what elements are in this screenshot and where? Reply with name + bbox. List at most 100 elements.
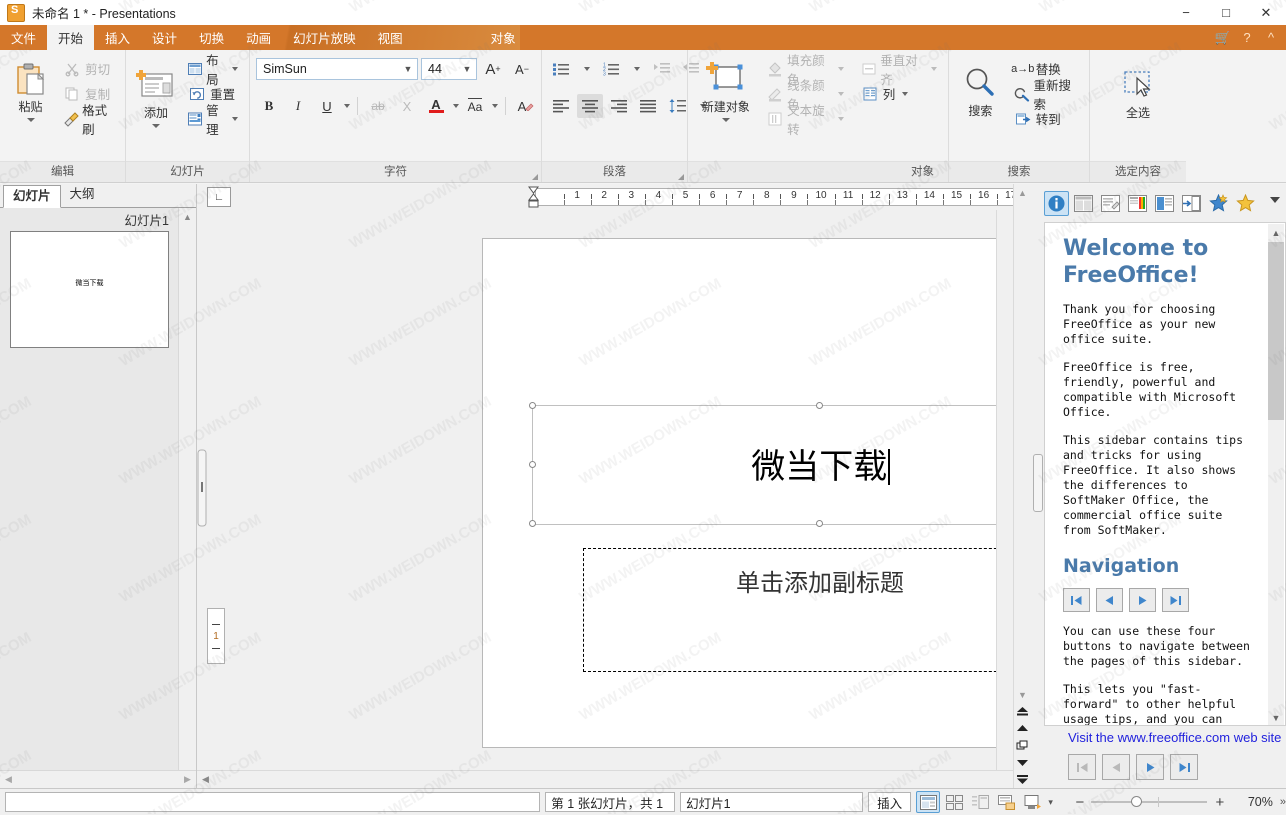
close-button[interactable]: ✕ [1246,0,1286,25]
zoom-out-button[interactable]: − [1069,794,1091,811]
text-rotate-button[interactable]: 文本旋转 [762,104,849,137]
resize-handle-s[interactable] [816,520,823,527]
layouts-icon[interactable] [1071,191,1096,216]
scroll-left-arrow[interactable]: ◀ [0,771,17,788]
splitter-grip[interactable] [1033,454,1043,512]
help-icon[interactable]: ? [1236,25,1258,50]
columns-button[interactable]: 列 [855,81,942,106]
maximize-button[interactable]: □ [1206,0,1246,25]
next-page-icon[interactable] [1136,754,1164,780]
select-object-button[interactable] [1014,737,1031,754]
change-case-button[interactable]: Aa [462,94,488,118]
layout-button[interactable]: 布局 [182,54,243,87]
vertical-align-caret[interactable] [930,66,937,71]
bold-button[interactable]: B [256,94,282,118]
minimize-button[interactable]: − [1166,0,1206,25]
scroll-track[interactable] [17,771,179,788]
cart-icon[interactable]: 🛒 [1212,25,1234,50]
line-color-caret[interactable] [837,91,844,96]
new-object-dropdown-caret[interactable] [721,118,730,122]
previous-page-icon[interactable] [1096,588,1123,612]
add-slide-button[interactable]: 添加 [132,62,180,128]
tab-file[interactable]: 文件 [0,25,47,50]
indent-marker-left[interactable] [528,186,539,208]
add-slide-dropdown-caret[interactable] [152,124,161,128]
font-color-button[interactable]: A [423,94,449,118]
view-options-caret[interactable]: ▾ [1048,797,1053,808]
chevron-down-icon[interactable] [1270,197,1280,203]
scroll-up-arrow[interactable]: ▲ [179,208,196,225]
statusbar-overflow[interactable]: » [1280,796,1286,808]
grow-font-button[interactable]: A + [480,57,506,81]
scroll-thumb[interactable] [1268,242,1284,420]
slide-thumbnail-1[interactable]: 微当下载 [10,231,169,348]
zoom-level-label[interactable]: 70% [1233,795,1273,809]
first-page-icon[interactable] [1068,754,1096,780]
font-dialog-launcher[interactable] [532,174,538,180]
search-button[interactable]: 搜索 [955,60,1006,118]
scroll-left-arrow[interactable]: ◀ [197,771,214,788]
resize-handle-nw[interactable] [529,402,536,409]
color-scheme-icon[interactable] [1125,191,1150,216]
fill-color-caret[interactable] [837,66,844,71]
font-name-combo[interactable]: SimSun ▼ [256,58,418,80]
resize-handle-sw[interactable] [529,520,536,527]
select-all-button[interactable]: 全选 [1110,62,1166,120]
underline-button[interactable]: U [314,94,340,118]
next-slide-button[interactable] [1014,754,1031,771]
paste-dropdown-caret[interactable] [26,118,35,122]
outline-view-icon[interactable] [968,791,992,813]
strikethrough-button[interactable]: ab [365,94,391,118]
tab-design[interactable]: 设计 [141,25,188,50]
ruler-corner-icon[interactable]: ∟ [207,187,231,207]
slide-panel-horizontal-scrollbar[interactable]: ◀ ▶ [0,770,196,788]
zoom-in-button[interactable]: + [1207,794,1233,811]
tab-object[interactable]: 对象 [480,25,527,50]
font-size-combo[interactable]: 44 ▼ [421,58,477,80]
italic-button[interactable]: I [285,94,311,118]
slide-sorter-icon[interactable] [942,791,966,813]
align-left-button[interactable] [548,94,574,118]
layout-caret[interactable] [232,66,238,71]
bullets-caret[interactable] [584,67,590,71]
font-color-caret[interactable] [453,104,459,108]
vertical-ruler[interactable]: 1 [207,608,225,664]
freeoffice-website-link[interactable]: Visit the www.freeoffice.com web site [1044,730,1286,752]
tab-animation[interactable]: 动画 [235,25,282,50]
tab-transition[interactable]: 切换 [188,25,235,50]
text-rotate-caret[interactable] [837,116,844,121]
tab-view[interactable]: 视图 [367,25,414,50]
editor-vertical-scrollbar[interactable] [996,210,1013,770]
underline-caret[interactable] [344,104,350,108]
cut-button[interactable]: 剪切 [57,56,119,81]
presentation-view-icon[interactable] [1020,791,1044,813]
transitions-icon[interactable] [1179,191,1204,216]
align-center-button[interactable] [577,94,603,118]
insert-mode-field[interactable]: 插入 [867,792,912,812]
sidebar-splitter[interactable] [1030,184,1044,788]
resize-handle-w[interactable] [529,461,536,468]
clear-formatting-button[interactable]: A [513,94,539,118]
bullets-button[interactable] [548,57,574,81]
notes-view-icon[interactable] [994,791,1018,813]
slide-canvas-area[interactable]: 微当下载 单击添加副标题 [227,210,1161,770]
last-slide-button[interactable] [1014,771,1031,788]
chevron-down-icon[interactable]: ▼ [401,64,415,74]
collapse-ribbon-icon[interactable]: ^ [1260,25,1282,50]
scroll-down-arrow[interactable]: ▼ [1014,686,1031,703]
goto-button[interactable]: 转到 [1008,106,1083,131]
columns-caret[interactable] [902,91,909,96]
first-slide-button[interactable] [1014,703,1031,720]
vertical-align-button[interactable]: 垂直对齐 [855,54,942,87]
editor-horizontal-scrollbar[interactable]: ◀ [197,770,1013,788]
tab-slides[interactable]: 幻灯片 [3,185,61,208]
manage-button[interactable]: 管理 [182,104,243,137]
previous-page-icon[interactable] [1102,754,1130,780]
superscript-button[interactable]: X [394,94,420,118]
design-icon[interactable] [1098,191,1123,216]
scroll-up-arrow[interactable]: ▲ [1014,184,1031,201]
shrink-font-button[interactable]: A − [509,57,535,81]
tab-home[interactable]: 开始 [47,25,95,50]
zoom-slider-knob[interactable] [1130,796,1142,807]
star-blue-icon[interactable] [1206,191,1231,216]
